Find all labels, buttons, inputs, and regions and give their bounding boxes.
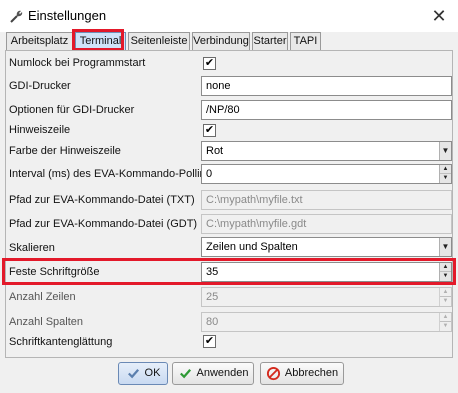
title-bar: Einstellungen ✕ xyxy=(0,0,458,32)
font-size-spinner[interactable]: 35 ▲ ▼ xyxy=(201,262,452,282)
cancel-label: Abbrechen xyxy=(284,367,339,379)
eva-interval-label: Interval (ms) des EVA-Kommando-Pollings xyxy=(9,168,218,180)
rows-spin-buttons: ▲ ▼ xyxy=(439,288,451,306)
spin-up-icon[interactable]: ▲ xyxy=(440,263,451,272)
spin-down-icon[interactable]: ▼ xyxy=(440,322,451,331)
check-icon xyxy=(179,369,191,379)
cols-label: Anzahl Spalten xyxy=(9,316,83,328)
eva-gdt-field[interactable]: C:\mypath\myfile.gdt xyxy=(201,214,452,234)
eva-gdt-label: Pfad zur EVA-Kommando-Datei (GDT) xyxy=(9,218,198,230)
hint-color-label: Farbe der Hinweiszeile xyxy=(9,145,121,157)
scale-label: Skalieren xyxy=(9,242,55,254)
font-size-label: Feste Schriftgröße xyxy=(9,266,100,278)
prohibited-icon xyxy=(266,366,280,381)
gdi-options-label: Optionen für GDI-Drucker xyxy=(9,104,135,116)
spin-up-icon[interactable]: ▲ xyxy=(440,288,451,297)
chevron-down-icon[interactable]: ▼ xyxy=(439,238,451,256)
cols-spin-buttons: ▲ ▼ xyxy=(439,313,451,331)
check-icon xyxy=(127,369,139,379)
cols-value: 80 xyxy=(206,316,219,328)
hint-line-checkbox[interactable]: ✔ xyxy=(203,124,216,137)
rows-value: 25 xyxy=(206,291,219,303)
numlock-label: Numlock bei Programmstart xyxy=(9,57,146,69)
window-title: Einstellungen xyxy=(28,8,107,23)
ok-label: OK xyxy=(144,367,161,379)
hint-color-value: Rot xyxy=(206,145,224,157)
spin-down-icon[interactable]: ▼ xyxy=(440,297,451,306)
close-button[interactable]: ✕ xyxy=(424,4,454,28)
cancel-button[interactable]: Abbrechen xyxy=(260,362,344,385)
eva-txt-field[interactable]: C:\mypath\myfile.txt xyxy=(201,190,452,210)
rows-spinner[interactable]: 25 ▲ ▼ xyxy=(201,287,452,307)
spin-up-icon[interactable]: ▲ xyxy=(440,165,451,174)
numlock-checkbox[interactable]: ✔ xyxy=(203,57,216,70)
tab-terminal[interactable]: Terminal xyxy=(75,32,126,50)
tab-seitenleiste[interactable]: Seitenleiste xyxy=(128,32,190,50)
ok-button[interactable]: OK xyxy=(118,362,168,385)
font-size-value: 35 xyxy=(206,266,219,278)
tab-starter[interactable]: Starter xyxy=(252,32,288,50)
rows-label: Anzahl Zeilen xyxy=(9,291,76,303)
close-icon: ✕ xyxy=(431,5,447,26)
hint-color-dropdown[interactable]: Rot ▼ xyxy=(201,141,452,161)
eva-txt-label: Pfad zur EVA-Kommando-Datei (TXT) xyxy=(9,194,195,206)
gdi-printer-field[interactable]: none xyxy=(201,76,452,96)
spin-down-icon[interactable]: ▼ xyxy=(440,174,451,183)
gdi-printer-label: GDI-Drucker xyxy=(9,80,71,92)
gdi-options-field[interactable]: /NP/80 xyxy=(201,100,452,120)
scale-dropdown[interactable]: Zeilen und Spalten ▼ xyxy=(201,237,452,257)
apply-label: Anwenden xyxy=(196,367,249,379)
apply-button[interactable]: Anwenden xyxy=(172,362,254,385)
eva-interval-value: 0 xyxy=(206,168,213,180)
antialias-checkbox[interactable]: ✔ xyxy=(203,335,216,348)
spin-up-icon[interactable]: ▲ xyxy=(440,313,451,322)
eva-interval-spin-buttons: ▲ ▼ xyxy=(439,165,451,183)
tab-tapi[interactable]: TAPI xyxy=(290,32,321,50)
spin-down-icon[interactable]: ▼ xyxy=(440,272,451,281)
tab-arbeitsplatz[interactable]: Arbeitsplatz xyxy=(6,32,73,50)
eva-interval-spinner[interactable]: 0 ▲ ▼ xyxy=(201,164,452,184)
cols-spinner[interactable]: 80 ▲ ▼ xyxy=(201,312,452,332)
tab-verbindung[interactable]: Verbindung xyxy=(192,32,250,50)
chevron-down-icon[interactable]: ▼ xyxy=(439,142,451,160)
antialias-label: Schriftkantenglättung xyxy=(9,336,113,348)
font-size-spin-buttons: ▲ ▼ xyxy=(439,263,451,281)
wrench-icon xyxy=(10,10,23,23)
hint-line-label: Hinweiszeile xyxy=(9,124,71,136)
scale-value: Zeilen und Spalten xyxy=(206,241,298,253)
